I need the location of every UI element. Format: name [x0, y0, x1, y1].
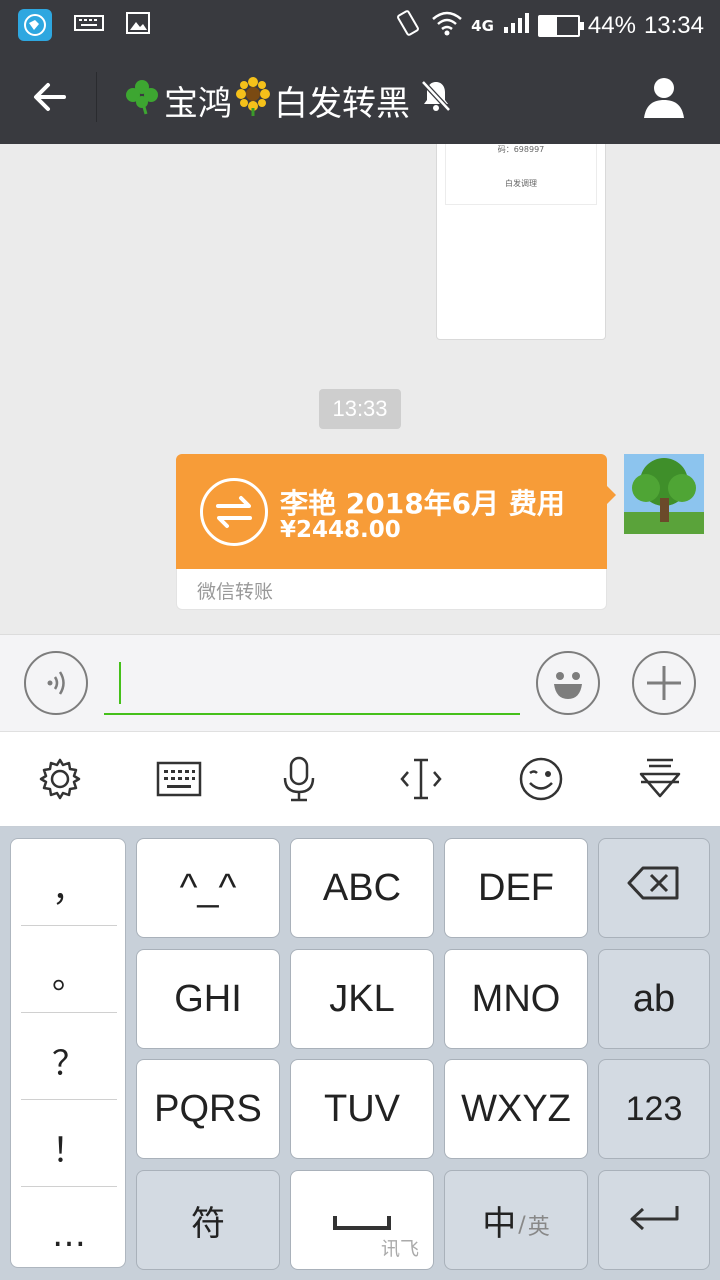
more-options-button[interactable] — [632, 651, 696, 715]
cursor-icon[interactable] — [396, 754, 446, 804]
vibrate-icon — [393, 8, 423, 44]
key-pqrs[interactable]: PQRS — [136, 1059, 280, 1159]
punct-period[interactable]: 。 — [21, 930, 117, 1017]
bubble-tail — [607, 486, 616, 504]
punct-exclamation[interactable]: ！ — [21, 1104, 117, 1191]
lang-zh-label: 中 — [482, 1203, 517, 1244]
key-emoticon[interactable]: ^_^ — [136, 838, 280, 938]
transfer-message[interactable]: 李艳 2018年6月 费用 ¥2448.00 微信转账 — [176, 454, 616, 610]
lang-en-label: 英 — [527, 1215, 550, 1240]
punctuation-column[interactable]: ， 。 ？ ！ … — [10, 838, 126, 1268]
message-input[interactable] — [104, 657, 520, 715]
app-notification-icon — [18, 9, 52, 41]
avatar[interactable] — [624, 454, 704, 534]
language-toggle-key[interactable]: 中 / 英 — [444, 1170, 588, 1270]
chat-info-button[interactable] — [642, 76, 686, 118]
title-text-2: 白发转黑 — [274, 84, 410, 124]
battery-percent: 44% — [587, 12, 636, 39]
transfer-card-footer: 微信转账 — [176, 569, 607, 610]
lang-slash: / — [518, 1212, 526, 1238]
key-numbers[interactable]: 123 — [598, 1059, 710, 1159]
message-list[interactable]: 码：698997 白发调理 13:33 李艳 2018年6月 费用 ¥2448.… — [0, 144, 720, 634]
microphone-icon[interactable] — [274, 754, 324, 804]
key-abc[interactable]: ABC — [290, 838, 434, 938]
punct-divider — [21, 925, 117, 926]
image-text-caption: 白发调理 — [505, 179, 537, 188]
key-wxyz[interactable]: WXYZ — [444, 1059, 588, 1159]
key-def[interactable]: DEF — [444, 838, 588, 938]
t9-keyboard: ， 。 ？ ！ … ^_^ ABC DEF GHI JKL MNO ab PQR… — [0, 827, 720, 1280]
key-jkl[interactable]: JKL — [290, 949, 434, 1049]
key-symbols[interactable]: 符 — [136, 1170, 280, 1270]
transfer-amount: ¥2448.00 — [280, 517, 401, 543]
punct-divider — [21, 1012, 117, 1013]
punct-ellipsis[interactable]: … — [21, 1191, 117, 1278]
image-message[interactable]: 码：698997 白发调理 — [436, 144, 606, 340]
image-text-code: 码：698997 — [497, 145, 545, 154]
enter-key[interactable] — [598, 1170, 710, 1270]
wink-emoji-icon[interactable] — [516, 754, 566, 804]
key-ab[interactable]: ab — [598, 949, 710, 1049]
chat-header: 宝鸿 白发转黑 — [0, 50, 720, 144]
punct-comma[interactable]: ， — [21, 843, 117, 930]
voice-input-button[interactable] — [24, 651, 88, 715]
key-tuv[interactable]: TUV — [290, 1059, 434, 1159]
transfer-arrows-icon — [200, 478, 268, 546]
wifi-icon — [431, 10, 463, 42]
punct-divider — [21, 1099, 117, 1100]
keyboard-notification-icon — [74, 13, 104, 37]
signal-icon — [502, 11, 530, 41]
status-bar: 4G 44% 13:34 — [0, 0, 720, 50]
enter-icon — [627, 1199, 681, 1242]
ime-brand-label: 讯飞 — [380, 1238, 419, 1260]
punct-divider — [21, 1186, 117, 1187]
image-notification-icon — [126, 12, 150, 38]
text-caret — [119, 662, 121, 704]
emoji-button[interactable] — [536, 651, 600, 715]
sunflower-emoji-icon — [234, 76, 272, 125]
clock: 13:34 — [643, 12, 704, 39]
image-thumbnail: 码：698997 白发调理 — [445, 144, 597, 205]
title-text-1: 宝鸿 — [164, 84, 232, 124]
key-mno[interactable]: MNO — [444, 949, 588, 1049]
transfer-card-header: 李艳 2018年6月 费用 ¥2448.00 — [176, 454, 607, 569]
keyboard-toolbar — [0, 731, 720, 827]
input-bar — [0, 634, 720, 731]
transfer-title: 李艳 2018年6月 费用 — [280, 487, 565, 520]
collapse-keyboard-icon[interactable] — [635, 754, 685, 804]
mute-bell-icon — [420, 79, 452, 122]
header-divider — [96, 72, 97, 122]
backspace-icon — [627, 866, 681, 910]
settings-icon[interactable] — [35, 754, 85, 804]
space-key[interactable]: 讯飞 — [290, 1170, 434, 1270]
clover-emoji-icon — [122, 76, 162, 125]
battery-icon — [537, 15, 584, 37]
key-ghi[interactable]: GHI — [136, 949, 280, 1049]
keyboard-icon[interactable] — [154, 754, 204, 804]
chat-title: 宝鸿 白发转黑 — [122, 76, 452, 125]
punct-question[interactable]: ？ — [21, 1017, 117, 1104]
backspace-button[interactable] — [598, 838, 710, 938]
back-button[interactable] — [28, 76, 72, 118]
network-type: 4G — [471, 17, 494, 35]
message-timestamp: 13:33 — [319, 389, 401, 429]
transfer-label: 微信转账 — [197, 581, 274, 603]
